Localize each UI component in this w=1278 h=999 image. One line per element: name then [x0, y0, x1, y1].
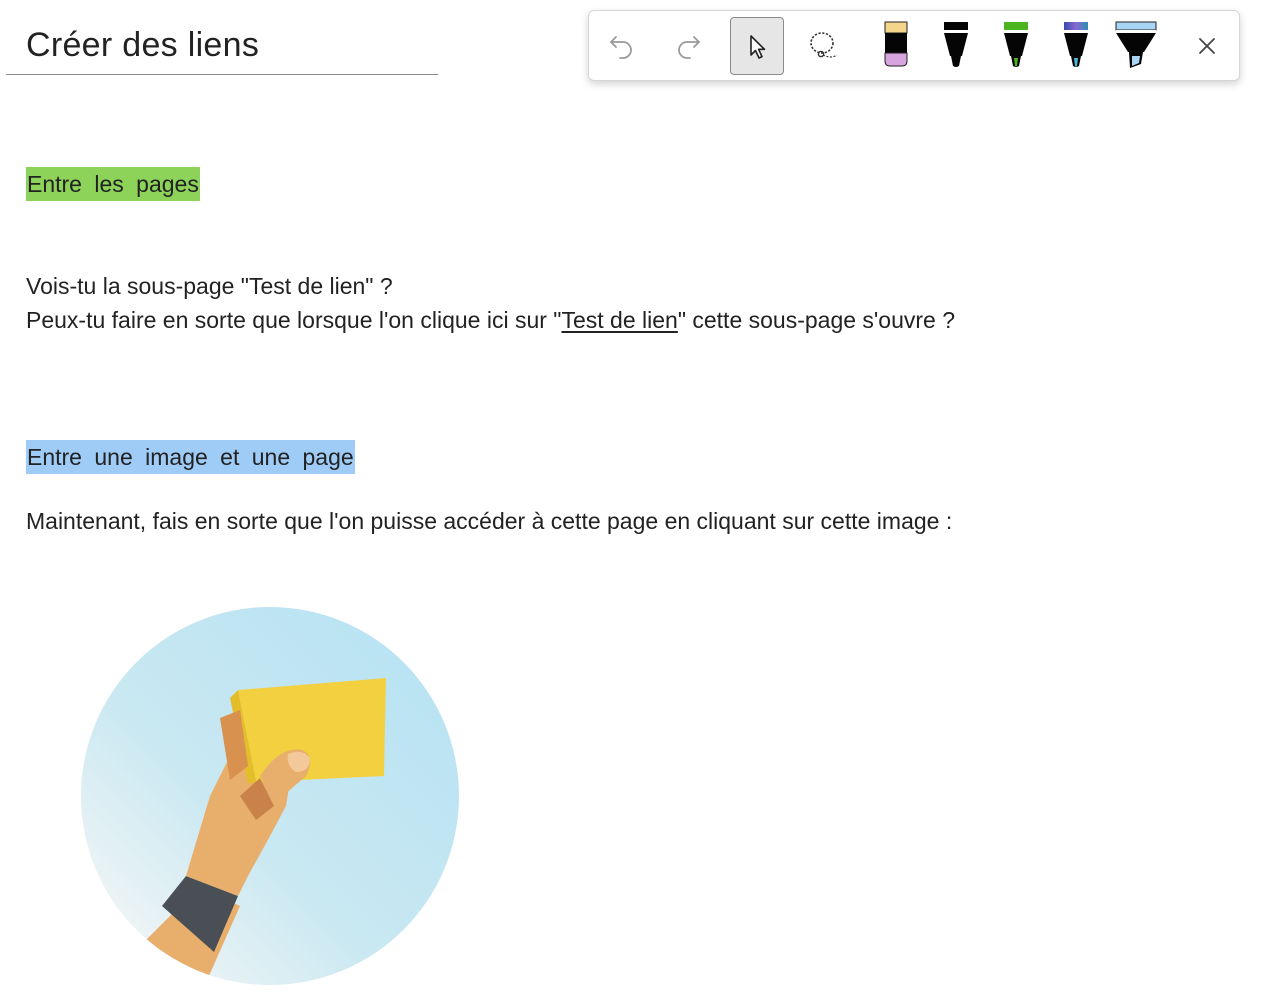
section-heading-pages: Entre les pages: [26, 167, 200, 201]
section-heading-image: Entre une image et une page: [26, 440, 355, 474]
highlighter-pen-icon: [884, 21, 908, 67]
cursor-icon: [750, 35, 766, 59]
page-title[interactable]: Créer des liens: [26, 26, 259, 65]
pen-icon: [944, 22, 968, 67]
highlighter-blue-button[interactable]: [1109, 17, 1163, 75]
line-2-prefix: Peux-tu faire en sorte que lorsque l'on …: [26, 307, 562, 333]
paragraph-line-3: Maintenant, fais en sorte que l'on puiss…: [26, 508, 953, 534]
hand-holding-card-icon: [81, 607, 459, 985]
select-tool-button[interactable]: [730, 17, 784, 75]
redo-button[interactable]: [661, 17, 715, 75]
close-icon: [1199, 38, 1215, 54]
pen-icon: [1064, 22, 1088, 67]
pen-galaxy-button[interactable]: [1049, 17, 1103, 75]
page-canvas: Créer des liens Entre les pages Vois-tu …: [0, 0, 1278, 999]
pen-black-button[interactable]: [929, 17, 983, 75]
pen-icon: [1004, 22, 1028, 67]
test-de-lien-link[interactable]: Test de lien: [561, 307, 677, 333]
line-2-suffix: " cette sous-page s'ouvre ?: [677, 307, 956, 333]
drawing-toolbar: [588, 10, 1240, 81]
paragraph-line-1: Vois-tu la sous-page "Test de lien" ?: [26, 273, 393, 299]
pen-green-button[interactable]: [989, 17, 1043, 75]
close-toolbar-button[interactable]: [1180, 17, 1234, 75]
hand-holding-card-image[interactable]: [80, 606, 460, 986]
highlighted-heading: Entre les pages: [26, 167, 200, 201]
highlighter-icon: [1115, 21, 1157, 68]
paragraph-line-2: Peux-tu faire en sorte que lorsque l'on …: [26, 303, 955, 337]
undo-button[interactable]: [595, 17, 649, 75]
redo-icon: [678, 36, 700, 59]
lasso-icon: [810, 32, 838, 58]
pen-pink-button[interactable]: [869, 17, 923, 75]
lasso-tool-button[interactable]: [797, 17, 851, 75]
title-divider: [6, 74, 438, 75]
highlighted-heading: Entre une image et une page: [26, 440, 355, 474]
undo-icon: [610, 36, 632, 59]
